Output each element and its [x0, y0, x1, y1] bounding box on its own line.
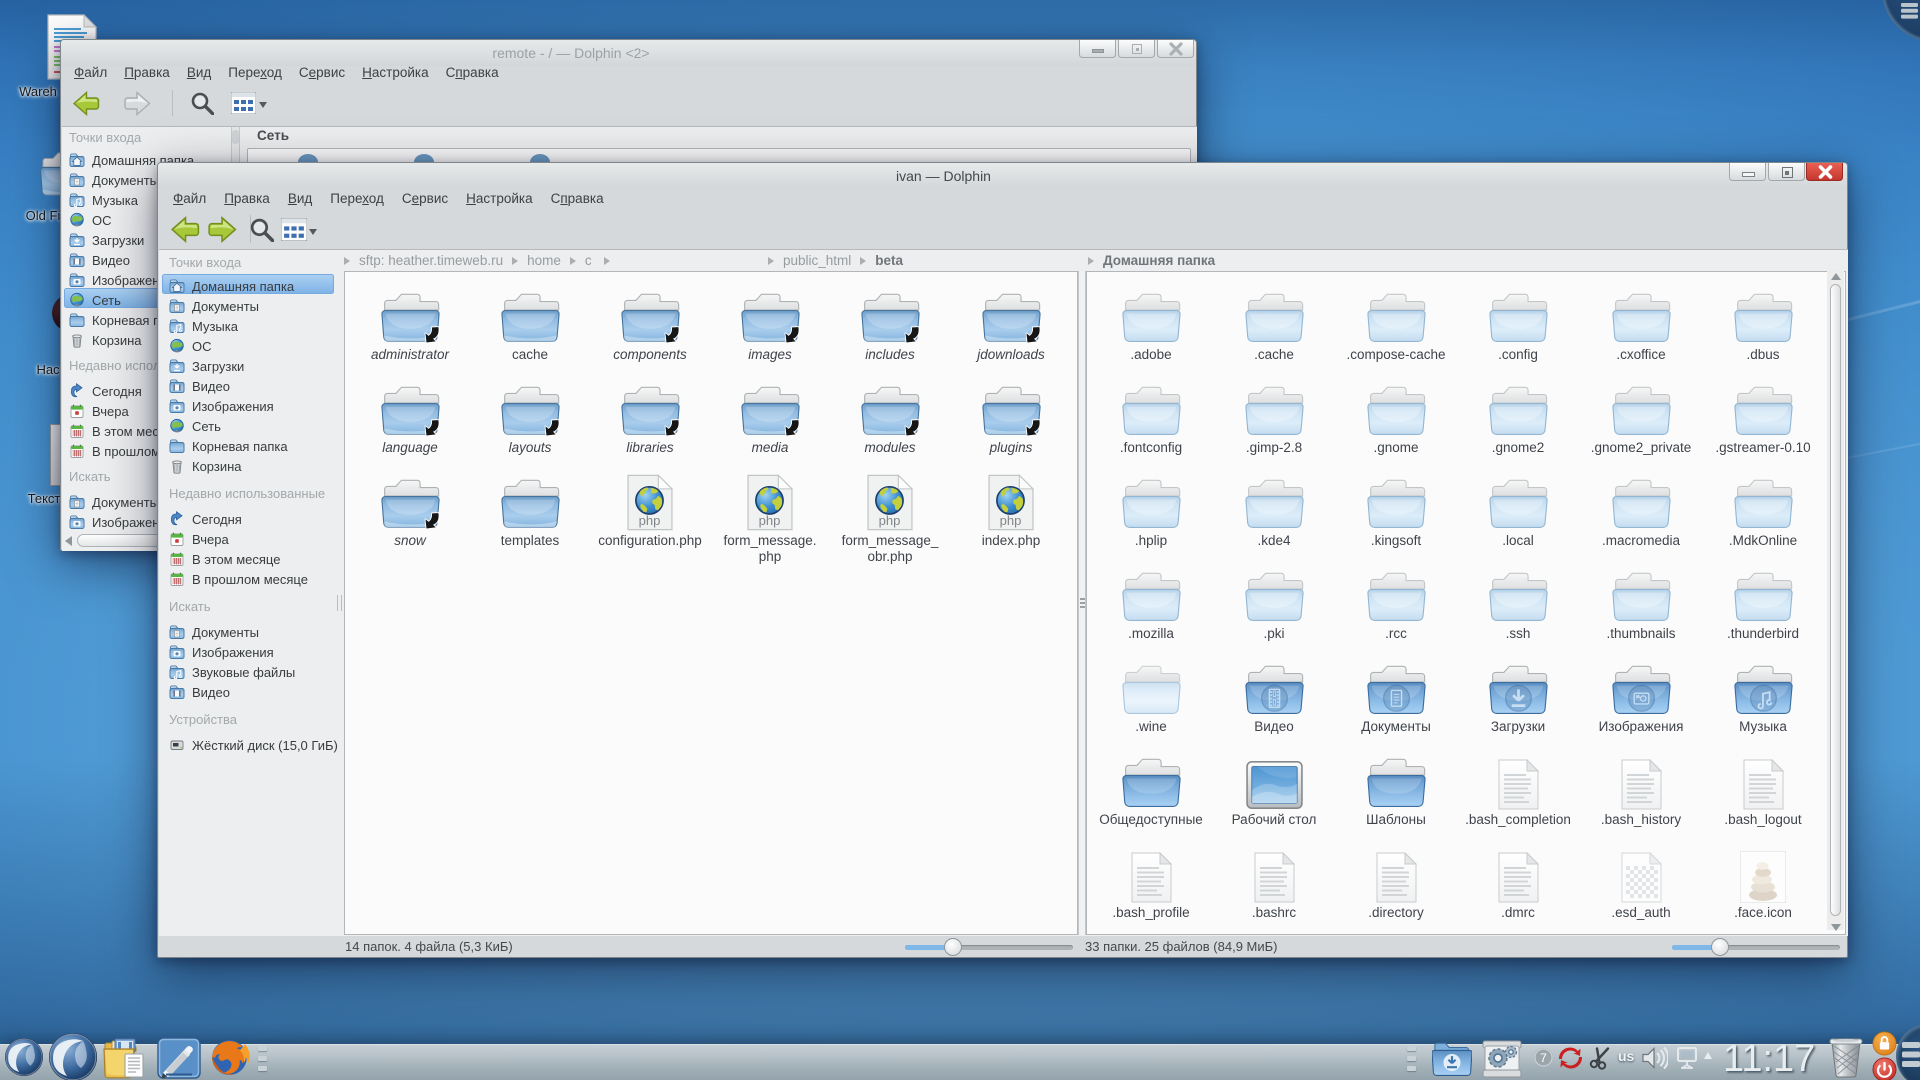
svg-text:7: 7: [1540, 1051, 1547, 1065]
